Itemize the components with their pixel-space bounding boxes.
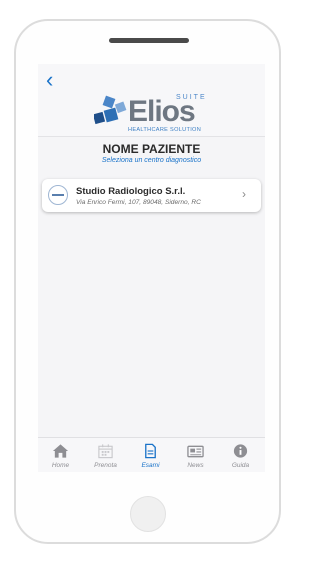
tab-guida-label: Guida <box>231 462 250 469</box>
tab-prenota[interactable]: Prenota <box>83 438 128 472</box>
calendar-icon <box>98 444 113 459</box>
center-name: Studio Radiologico S.r.l. <box>76 186 186 197</box>
tab-bar: Home Prenota Esami News Guida <box>38 437 265 472</box>
document-icon <box>145 443 156 459</box>
select-center-hint: Seleziona un centro diagnostico <box>101 157 202 164</box>
tab-home-label: Home <box>51 462 70 469</box>
tab-news[interactable]: News <box>173 438 218 472</box>
info-icon <box>233 444 248 458</box>
tab-prenota-label: Prenota <box>94 462 117 469</box>
center-logo-icon <box>48 185 68 205</box>
chevron-right-icon: › <box>242 187 246 201</box>
home-icon <box>52 444 69 458</box>
newspaper-icon <box>187 445 204 458</box>
phone-home-button <box>130 496 166 532</box>
elios-logo: Elios SUITE HEALTHCARE SOLUTION <box>94 92 214 136</box>
logo-tagline: HEALTHCARE SOLUTION <box>128 127 202 133</box>
app-screen: ‹ Elios SUITE HEALTHCARE SOLUTION NOME P… <box>38 64 265 472</box>
tab-news-label: News <box>187 462 204 469</box>
patient-name: NOME PAZIENTE <box>102 142 201 156</box>
tab-guida[interactable]: Guida <box>218 438 263 472</box>
logo-wordmark: Elios <box>128 95 196 128</box>
tab-home[interactable]: Home <box>38 438 83 472</box>
header-divider <box>38 136 265 137</box>
top-bar: ‹ Elios SUITE HEALTHCARE SOLUTION <box>38 64 265 136</box>
logo-suite-label: SUITE <box>176 94 207 101</box>
back-chevron-icon: ‹ <box>46 67 54 92</box>
center-address: Via Enrico Fermi, 107, 89048, Siderno, R… <box>76 199 201 206</box>
center-list-item[interactable]: Studio Radiologico S.r.l. Via Enrico Fer… <box>42 179 261 212</box>
tab-esami-label: Esami <box>141 462 160 469</box>
phone-speaker <box>109 38 189 43</box>
tab-esami[interactable]: Esami <box>128 438 173 472</box>
back-button[interactable]: ‹ <box>46 67 60 92</box>
elios-logo-mark-icon <box>94 95 127 125</box>
